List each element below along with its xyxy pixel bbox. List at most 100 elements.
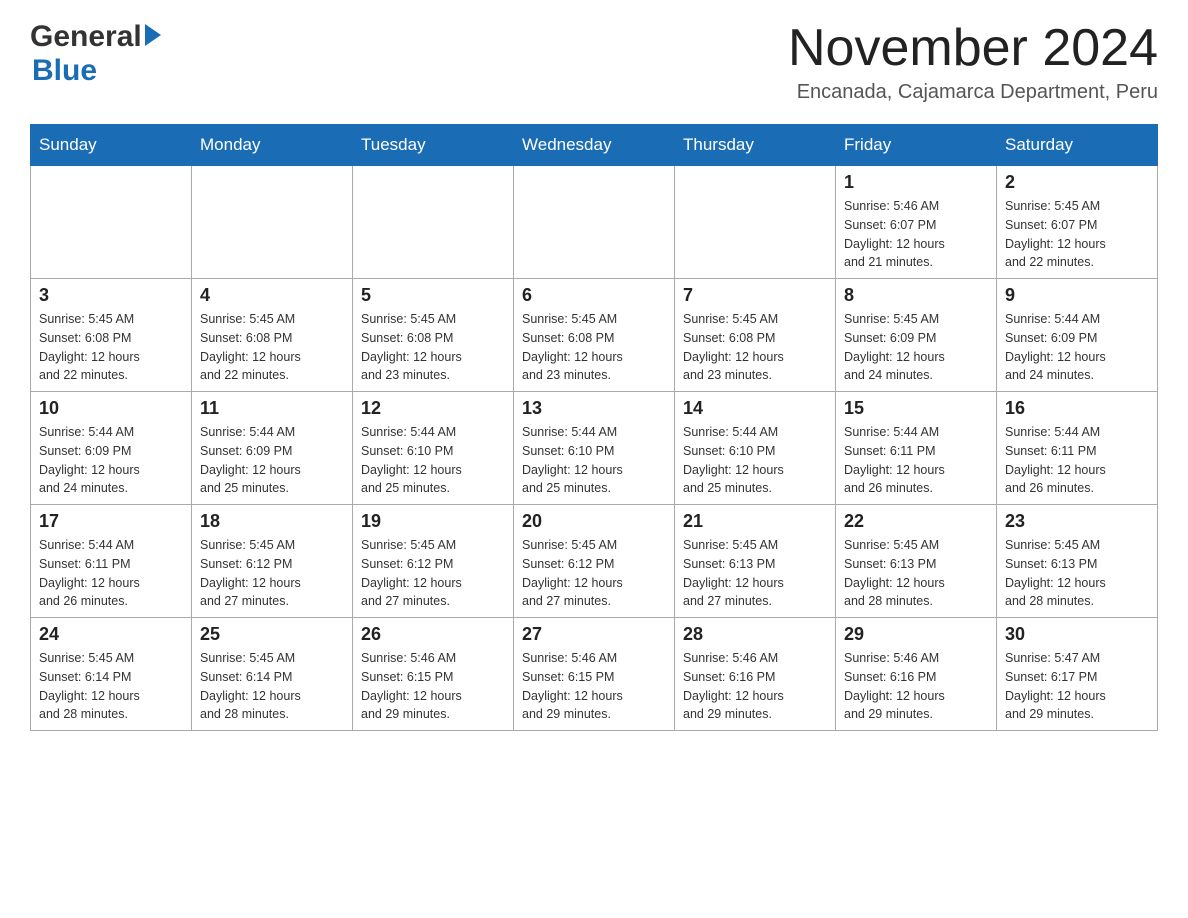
day-number: 27 (522, 624, 666, 645)
calendar-cell: 21 Sunrise: 5:45 AM Sunset: 6:13 PM Dayli… (675, 505, 836, 618)
day-number: 20 (522, 511, 666, 532)
calendar-cell: 11 Sunrise: 5:44 AM Sunset: 6:09 PM Dayli… (192, 392, 353, 505)
calendar-cell (353, 166, 514, 279)
day-number: 15 (844, 398, 988, 419)
calendar-cell: 8Sunrise: 5:45 AM Sunset: 6:09 PM Daylig… (836, 279, 997, 392)
logo-arrow-icon (145, 24, 161, 46)
day-info: Sunrise: 5:45 AM Sunset: 6:12 PM Dayligh… (200, 536, 344, 611)
week-row-3: 17 Sunrise: 5:44 AM Sunset: 6:11 PM Dayli… (31, 505, 1158, 618)
calendar-cell (514, 166, 675, 279)
week-row-0: 1 Sunrise: 5:46 AM Sunset: 6:07 PM Daylig… (31, 166, 1158, 279)
day-info: Sunrise: 5:45 AM Sunset: 6:14 PM Dayligh… (200, 649, 344, 724)
weekday-header-row: SundayMondayTuesdayWednesdayThursdayFrid… (31, 125, 1158, 166)
day-info: Sunrise: 5:45 AM Sunset: 6:08 PM Dayligh… (683, 310, 827, 385)
calendar-cell: 9 Sunrise: 5:44 AM Sunset: 6:09 PM Daylig… (997, 279, 1158, 392)
calendar-cell: 24 Sunrise: 5:45 AM Sunset: 6:14 PM Dayli… (31, 618, 192, 731)
day-info: Sunrise: 5:45 AM Sunset: 6:13 PM Dayligh… (844, 536, 988, 611)
calendar-cell: 16 Sunrise: 5:44 AM Sunset: 6:11 PM Dayli… (997, 392, 1158, 505)
week-row-2: 10 Sunrise: 5:44 AM Sunset: 6:09 PM Dayli… (31, 392, 1158, 505)
calendar-cell (192, 166, 353, 279)
calendar-cell: 22 Sunrise: 5:45 AM Sunset: 6:13 PM Dayli… (836, 505, 997, 618)
day-number: 29 (844, 624, 988, 645)
calendar-cell: 20 Sunrise: 5:45 AM Sunset: 6:12 PM Dayli… (514, 505, 675, 618)
day-info: Sunrise: 5:47 AM Sunset: 6:17 PM Dayligh… (1005, 649, 1149, 724)
logo-blue-text: Blue (32, 54, 97, 87)
day-number: 1 (844, 172, 988, 193)
day-info: Sunrise: 5:44 AM Sunset: 6:10 PM Dayligh… (683, 423, 827, 498)
day-number: 25 (200, 624, 344, 645)
day-number: 28 (683, 624, 827, 645)
day-number: 18 (200, 511, 344, 532)
calendar-cell: 25 Sunrise: 5:45 AM Sunset: 6:14 PM Dayli… (192, 618, 353, 731)
day-info: Sunrise: 5:46 AM Sunset: 6:15 PM Dayligh… (522, 649, 666, 724)
calendar-cell: 4Sunrise: 5:45 AM Sunset: 6:08 PM Daylig… (192, 279, 353, 392)
day-info: Sunrise: 5:44 AM Sunset: 6:09 PM Dayligh… (39, 423, 183, 498)
month-title: November 2024 (788, 20, 1158, 77)
day-info: Sunrise: 5:45 AM Sunset: 6:13 PM Dayligh… (683, 536, 827, 611)
day-info: Sunrise: 5:44 AM Sunset: 6:11 PM Dayligh… (844, 423, 988, 498)
day-info: Sunrise: 5:44 AM Sunset: 6:10 PM Dayligh… (522, 423, 666, 498)
day-number: 7 (683, 285, 827, 306)
day-number: 30 (1005, 624, 1149, 645)
day-number: 16 (1005, 398, 1149, 419)
calendar-cell: 3Sunrise: 5:45 AM Sunset: 6:08 PM Daylig… (31, 279, 192, 392)
day-number: 13 (522, 398, 666, 419)
day-info: Sunrise: 5:44 AM Sunset: 6:11 PM Dayligh… (1005, 423, 1149, 498)
day-number: 21 (683, 511, 827, 532)
day-number: 5 (361, 285, 505, 306)
weekday-header-wednesday: Wednesday (514, 125, 675, 166)
day-info: Sunrise: 5:46 AM Sunset: 6:16 PM Dayligh… (844, 649, 988, 724)
page-header: General Blue November 2024 Encanada, Caj… (30, 20, 1158, 104)
day-info: Sunrise: 5:44 AM Sunset: 6:09 PM Dayligh… (200, 423, 344, 498)
day-number: 22 (844, 511, 988, 532)
logo: General Blue (30, 20, 161, 88)
day-number: 10 (39, 398, 183, 419)
calendar-cell: 26 Sunrise: 5:46 AM Sunset: 6:15 PM Dayli… (353, 618, 514, 731)
title-section: November 2024 Encanada, Cajamarca Depart… (788, 20, 1158, 104)
weekday-header-tuesday: Tuesday (353, 125, 514, 166)
calendar-cell: 6Sunrise: 5:45 AM Sunset: 6:08 PM Daylig… (514, 279, 675, 392)
calendar-cell: 29 Sunrise: 5:46 AM Sunset: 6:16 PM Dayli… (836, 618, 997, 731)
day-number: 2 (1005, 172, 1149, 193)
day-info: Sunrise: 5:46 AM Sunset: 6:15 PM Dayligh… (361, 649, 505, 724)
weekday-header-sunday: Sunday (31, 125, 192, 166)
day-info: Sunrise: 5:45 AM Sunset: 6:12 PM Dayligh… (522, 536, 666, 611)
day-number: 12 (361, 398, 505, 419)
day-number: 8 (844, 285, 988, 306)
calendar-cell: 28 Sunrise: 5:46 AM Sunset: 6:16 PM Dayli… (675, 618, 836, 731)
calendar-cell: 23Sunrise: 5:45 AM Sunset: 6:13 PM Dayli… (997, 505, 1158, 618)
day-info: Sunrise: 5:45 AM Sunset: 6:14 PM Dayligh… (39, 649, 183, 724)
calendar-table: SundayMondayTuesdayWednesdayThursdayFrid… (30, 124, 1158, 731)
day-info: Sunrise: 5:44 AM Sunset: 6:09 PM Dayligh… (1005, 310, 1149, 385)
calendar-cell: 19Sunrise: 5:45 AM Sunset: 6:12 PM Dayli… (353, 505, 514, 618)
weekday-header-saturday: Saturday (997, 125, 1158, 166)
day-number: 9 (1005, 285, 1149, 306)
week-row-4: 24 Sunrise: 5:45 AM Sunset: 6:14 PM Dayli… (31, 618, 1158, 731)
calendar-cell: 18 Sunrise: 5:45 AM Sunset: 6:12 PM Dayli… (192, 505, 353, 618)
day-info: Sunrise: 5:44 AM Sunset: 6:11 PM Dayligh… (39, 536, 183, 611)
day-info: Sunrise: 5:46 AM Sunset: 6:16 PM Dayligh… (683, 649, 827, 724)
calendar-cell: 17 Sunrise: 5:44 AM Sunset: 6:11 PM Dayli… (31, 505, 192, 618)
day-info: Sunrise: 5:44 AM Sunset: 6:10 PM Dayligh… (361, 423, 505, 498)
calendar-cell: 1 Sunrise: 5:46 AM Sunset: 6:07 PM Daylig… (836, 166, 997, 279)
calendar-cell: 30 Sunrise: 5:47 AM Sunset: 6:17 PM Dayli… (997, 618, 1158, 731)
calendar-cell: 12 Sunrise: 5:44 AM Sunset: 6:10 PM Dayli… (353, 392, 514, 505)
day-info: Sunrise: 5:46 AM Sunset: 6:07 PM Dayligh… (844, 197, 988, 272)
day-number: 26 (361, 624, 505, 645)
calendar-cell (675, 166, 836, 279)
calendar-cell: 7 Sunrise: 5:45 AM Sunset: 6:08 PM Daylig… (675, 279, 836, 392)
day-info: Sunrise: 5:45 AM Sunset: 6:08 PM Dayligh… (361, 310, 505, 385)
weekday-header-friday: Friday (836, 125, 997, 166)
day-number: 24 (39, 624, 183, 645)
weekday-header-thursday: Thursday (675, 125, 836, 166)
day-number: 11 (200, 398, 344, 419)
calendar-cell: 10 Sunrise: 5:44 AM Sunset: 6:09 PM Dayli… (31, 392, 192, 505)
day-number: 3 (39, 285, 183, 306)
logo-general-text: General (30, 20, 142, 54)
day-info: Sunrise: 5:45 AM Sunset: 6:07 PM Dayligh… (1005, 197, 1149, 272)
day-number: 17 (39, 511, 183, 532)
calendar-cell: 5 Sunrise: 5:45 AM Sunset: 6:08 PM Daylig… (353, 279, 514, 392)
week-row-1: 3 Sunrise: 5:45 AM Sunset: 6:08 PM Daylig… (31, 279, 1158, 392)
day-info: Sunrise: 5:45 AM Sunset: 6:08 PM Dayligh… (200, 310, 344, 385)
calendar-cell: 27 Sunrise: 5:46 AM Sunset: 6:15 PM Dayli… (514, 618, 675, 731)
